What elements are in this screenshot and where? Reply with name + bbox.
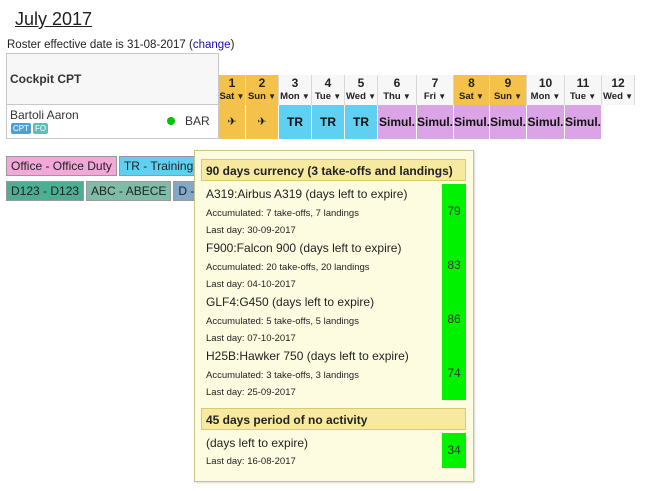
currency-aircraft-title: H25B:Hawker 750 (days left to expire): [206, 349, 409, 363]
day-name-dropdown[interactable]: Sat: [219, 90, 245, 103]
currency-last-day: Last day: 04-10-2017: [206, 279, 296, 290]
rank-badge-fo: FO: [33, 123, 49, 134]
roster-effective-text: Roster effective date is 31-08-2017: [7, 39, 186, 51]
day-header-7[interactable]: 7 Fri: [417, 75, 454, 105]
airplane-icon: ✈: [257, 116, 267, 128]
day-name-dropdown[interactable]: Sun: [246, 90, 278, 103]
day-number: 1: [228, 76, 236, 90]
day-name-dropdown[interactable]: Wed: [345, 90, 377, 103]
day-header-6[interactable]: 6 Thu: [378, 75, 417, 105]
currency-aircraft-title: F900:Falcon 900 (days left to expire): [206, 241, 402, 255]
roster-grid: Cockpit CPT Bartoli Aaron CPT FO BAR 1 Sa…: [6, 53, 651, 139]
day-name-dropdown[interactable]: Tue: [565, 90, 601, 103]
rank-badge-cpt: CPT: [11, 123, 31, 134]
legend-item: D123 - D123: [6, 181, 85, 201]
day-name-dropdown[interactable]: Tue: [312, 90, 344, 103]
duty-cell-11[interactable]: Simul.: [565, 105, 602, 139]
currency-aircraft-title: GLF4:G450 (days left to expire): [206, 295, 375, 309]
employee-name: Bartoli Aaron: [10, 108, 79, 122]
currency-accumulated: Accumulated: 7 take-offs, 7 landings: [206, 208, 359, 219]
roster-effective-line: Roster effective date is 31-08-2017 (cha…: [7, 39, 234, 51]
duty-cell-8[interactable]: Simul.: [454, 105, 490, 139]
day-header-1[interactable]: 1 Sat: [219, 75, 246, 105]
inactivity-title: (days left to expire): [206, 436, 309, 450]
day-header-4[interactable]: 4 Tue: [312, 75, 345, 105]
currency-days-left: 79: [442, 184, 466, 238]
currency-section-title: 90 days currency (3 take-offs and landin…: [201, 159, 466, 181]
crew-group-label: Cockpit CPT: [6, 53, 219, 105]
day-number: 6: [393, 76, 401, 90]
day-number: 9: [504, 76, 512, 90]
online-dot-icon: [167, 117, 175, 125]
duty-cell-1[interactable]: ✈: [219, 105, 246, 139]
duty-cell-12[interactable]: [602, 105, 635, 139]
day-number: 7: [431, 76, 439, 90]
day-number: 8: [468, 76, 475, 90]
day-header-3[interactable]: 3 Mon: [279, 75, 312, 105]
day-number: 10: [538, 76, 553, 90]
currency-days-left: 86: [442, 292, 466, 346]
day-header-9[interactable]: 9 Sun: [490, 75, 527, 105]
day-header-8[interactable]: 8 Sat: [454, 75, 490, 105]
day-name-dropdown[interactable]: Mon: [279, 90, 311, 103]
day-number: 5: [357, 76, 365, 90]
legend-item: ABC - ABECE: [86, 181, 172, 201]
inactivity-last-day: Last day: 16-08-2017: [206, 456, 296, 467]
day-name-dropdown[interactable]: Mon: [527, 90, 564, 103]
day-number: 11: [576, 76, 590, 90]
inactivity-section-title: 45 days period of no activity: [201, 408, 466, 430]
employee-code: BAR: [185, 114, 210, 128]
inactivity-days-left: 34: [442, 433, 466, 468]
duty-cell-9[interactable]: Simul.: [490, 105, 527, 139]
employee-cell[interactable]: Bartoli Aaron CPT FO BAR: [6, 105, 219, 139]
day-name-dropdown[interactable]: Thu: [378, 90, 416, 103]
currency-days-left: 74: [442, 346, 466, 400]
currency-popup: 90 days currency (3 take-offs and landin…: [194, 150, 474, 482]
currency-last-day: Last day: 30-09-2017: [206, 225, 296, 236]
duty-cell-10[interactable]: Simul.: [527, 105, 565, 139]
day-number: 2: [258, 76, 266, 90]
duty-cell-5[interactable]: TR: [345, 105, 378, 139]
day-header-11[interactable]: 11 Tue: [565, 75, 602, 105]
duty-cell-6[interactable]: Simul.: [378, 105, 417, 139]
day-header-5[interactable]: 5 Wed: [345, 75, 378, 105]
currency-accumulated: Accumulated: 20 take-offs, 20 landings: [206, 262, 370, 273]
legend-item: Office - Office Duty: [6, 156, 117, 176]
day-number: 3: [291, 76, 299, 90]
currency-last-day: Last day: 25-09-2017: [206, 387, 296, 398]
currency-days-left: 83: [442, 238, 466, 292]
day-name-dropdown[interactable]: Wed: [602, 90, 634, 103]
currency-aircraft-title: A319:Airbus A319 (days left to expire): [206, 187, 408, 201]
currency-last-day: Last day: 07-10-2017: [206, 333, 296, 344]
day-header-2[interactable]: 2 Sun: [246, 75, 279, 105]
duty-cell-4[interactable]: TR: [312, 105, 345, 139]
day-number: 4: [324, 76, 332, 90]
legend-item: TR - Training: [118, 156, 199, 176]
month-title[interactable]: July 2017: [15, 9, 92, 30]
day-name-dropdown[interactable]: Sat: [454, 90, 489, 103]
currency-accumulated: Accumulated: 3 take-offs, 3 landings: [206, 370, 359, 381]
day-number: 12: [611, 76, 625, 90]
duty-cell-2[interactable]: ✈: [246, 105, 279, 139]
change-link[interactable]: change: [193, 39, 231, 51]
day-name-dropdown[interactable]: Fri: [417, 90, 453, 103]
duty-cell-7[interactable]: Simul.: [417, 105, 454, 139]
currency-accumulated: Accumulated: 5 take-offs, 5 landings: [206, 316, 359, 327]
duty-cell-3[interactable]: TR: [279, 105, 312, 139]
day-header-12[interactable]: 12 Wed: [602, 75, 635, 105]
day-name-dropdown[interactable]: Sun: [490, 90, 526, 103]
airplane-icon: ✈: [227, 116, 237, 128]
legend-row-2: D123 - D123 ABC - ABECE D - D: [6, 181, 212, 201]
change-close-paren: ): [230, 39, 235, 51]
day-header-10[interactable]: 10 Mon: [527, 75, 565, 105]
